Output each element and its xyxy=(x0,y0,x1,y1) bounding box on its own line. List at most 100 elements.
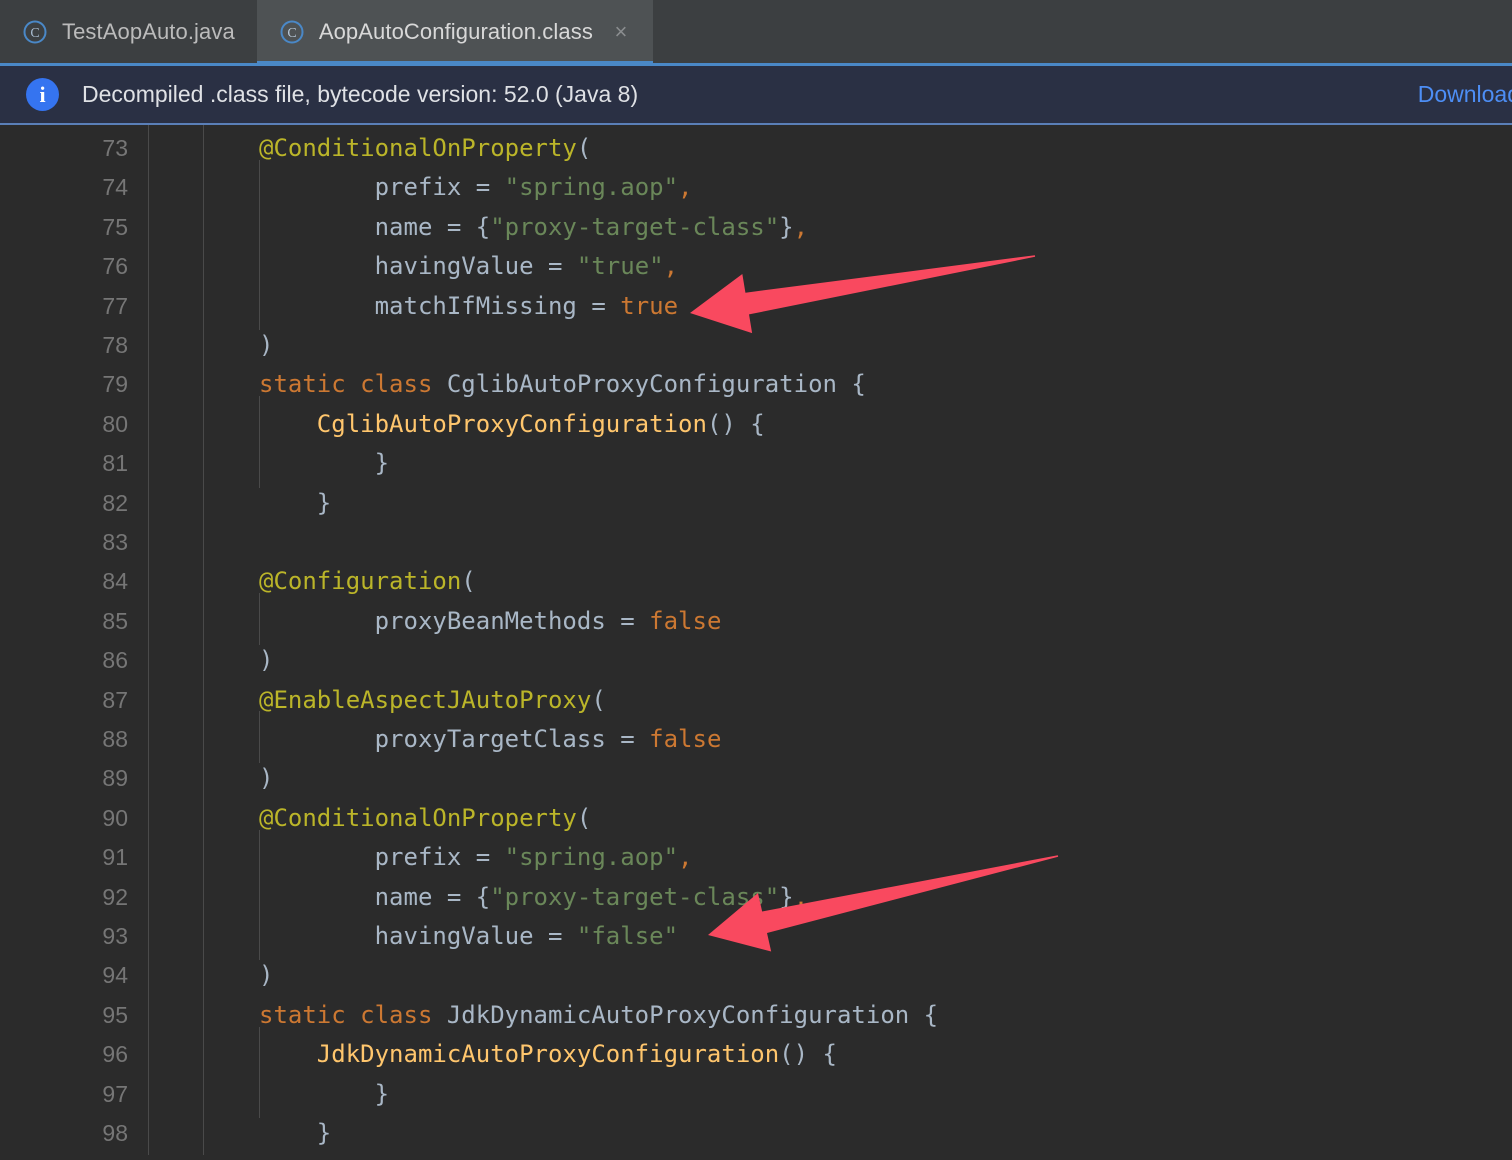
line-number: 74 xyxy=(102,174,128,201)
token-plain: = xyxy=(605,606,650,635)
code-line[interactable]: 85 proxyBeanMethods = false xyxy=(0,602,1512,641)
code-line[interactable]: 86) xyxy=(0,641,1512,680)
tab-label: AopAutoConfiguration.class xyxy=(318,18,593,44)
code-text: ) xyxy=(259,956,273,995)
code-text: static class CglibAutoProxyConfiguration… xyxy=(259,365,866,404)
code-editor[interactable]: 73 @ConditionalOnProperty(74 prefix = "sp… xyxy=(0,125,1512,1155)
code-line[interactable]: 92 name = {"proxy-target-class"}, xyxy=(0,878,1512,917)
token-punct: ) xyxy=(259,646,274,675)
svg-text:C: C xyxy=(30,26,39,41)
tab-testaopauto-java[interactable]: C TestAopAuto.java xyxy=(0,0,257,63)
editor-tab-bar: C TestAopAuto.java C AopAutoConfiguratio… xyxy=(0,0,1512,66)
code-text: prefix = "spring.aop", xyxy=(259,838,693,877)
line-number: 83 xyxy=(102,529,128,555)
token-plain: } xyxy=(374,449,390,478)
token-ctor: JdkDynamicAutoProxyConfiguration xyxy=(316,1040,780,1069)
line-number: 88 xyxy=(102,726,128,752)
token-punct: ( xyxy=(591,685,606,714)
token-punct: ) xyxy=(259,961,274,990)
token-plain: = { xyxy=(432,212,491,241)
code-text: @EnableAspectJAutoProxy( xyxy=(259,681,606,720)
token-kw: true xyxy=(620,291,679,320)
token-plain: { xyxy=(909,1000,939,1029)
code-line[interactable]: 94) xyxy=(0,956,1512,995)
token-comma: , xyxy=(678,173,693,202)
code-line[interactable]: 95 static class JdkDynamicAutoProxyConfig… xyxy=(0,996,1512,1035)
token-comma: , xyxy=(793,212,809,241)
code-line[interactable]: 79 static class CglibAutoProxyConfigurati… xyxy=(0,365,1512,404)
code-line[interactable]: 82 } xyxy=(0,484,1512,523)
line-number: 99 xyxy=(0,1153,128,1155)
token-annot: @EnableAspectJAutoProxy xyxy=(259,685,592,714)
tab-label: TestAopAuto.java xyxy=(62,18,235,44)
notification-actions: Download xyxy=(1418,81,1512,108)
token-punct: ) xyxy=(259,331,274,359)
svg-text:C: C xyxy=(287,26,296,41)
notification-message: Decompiled .class file, bytecode version… xyxy=(82,81,639,107)
code-line[interactable]: 78) xyxy=(0,326,1512,365)
code-line[interactable]: 89) xyxy=(0,759,1512,798)
code-line[interactable]: 93 havingValue = "false" xyxy=(0,917,1512,956)
token-param: havingValue xyxy=(374,922,534,950)
token-param: proxyTargetClass xyxy=(374,725,606,753)
token-plain: () { xyxy=(706,409,765,438)
code-text: JdkDynamicAutoProxyConfiguration() { xyxy=(259,1035,837,1074)
code-text: havingValue = "false" xyxy=(259,917,678,956)
line-number: 85 xyxy=(102,607,128,634)
code-line[interactable]: 80 CglibAutoProxyConfiguration() { xyxy=(0,405,1512,444)
code-line[interactable]: 81 } xyxy=(0,444,1512,483)
code-line[interactable]: 98 } xyxy=(0,1114,1512,1153)
code-line[interactable]: 74 prefix = "spring.aop", xyxy=(0,168,1512,207)
token-plain: } xyxy=(779,882,794,911)
code-line[interactable]: 87 @EnableAspectJAutoProxy( xyxy=(0,681,1512,720)
token-plain: = { xyxy=(432,882,491,911)
token-comma: , xyxy=(793,882,809,911)
token-plain: } xyxy=(259,1119,332,1147)
line-number: 95 xyxy=(102,1001,128,1028)
token-plain: () { xyxy=(779,1040,837,1069)
code-line[interactable]: 83 xyxy=(0,523,1512,562)
code-text: } xyxy=(259,484,331,523)
token-plain: } xyxy=(779,212,794,241)
code-line[interactable]: 88 proxyTargetClass = false xyxy=(0,720,1512,759)
close-icon[interactable]: × xyxy=(611,20,631,43)
code-line[interactable]: 76 havingValue = "true", xyxy=(0,247,1512,286)
indent-guide xyxy=(259,1026,260,1118)
download-link[interactable]: Download xyxy=(1418,81,1512,108)
code-line[interactable]: 96 JdkDynamicAutoProxyConfiguration() { xyxy=(0,1035,1512,1074)
line-number: 80 xyxy=(102,410,128,437)
token-annot: @ConditionalOnProperty xyxy=(259,134,577,162)
line-number: 84 xyxy=(102,568,128,595)
token-string: "false" xyxy=(576,922,679,950)
code-text: ) xyxy=(259,759,273,798)
source-code-lines[interactable]: 73 @ConditionalOnProperty(74 prefix = "sp… xyxy=(0,125,1512,1155)
code-line[interactable]: 73 @ConditionalOnProperty( xyxy=(0,129,1512,168)
code-line[interactable]: 97 } xyxy=(0,1075,1512,1114)
line-number: 75 xyxy=(102,213,128,240)
indent-guide xyxy=(259,396,260,488)
code-text: } xyxy=(259,1075,389,1114)
code-line[interactable]: 90 @ConditionalOnProperty( xyxy=(0,799,1512,838)
code-text: @ConditionalOnProperty( xyxy=(259,799,591,838)
token-param: proxyBeanMethods xyxy=(374,606,606,635)
tab-aopautoconfiguration-class[interactable]: C AopAutoConfiguration.class × xyxy=(256,0,654,66)
decompiled-class-notification: i Decompiled .class file, bytecode versi… xyxy=(0,66,1512,125)
code-text: ) xyxy=(259,326,273,365)
code-line[interactable]: 99} xyxy=(0,1153,1512,1155)
line-number: 93 xyxy=(102,923,128,949)
code-line[interactable]: 75 name = {"proxy-target-class"}, xyxy=(0,208,1512,247)
code-line[interactable]: 84 @Configuration( xyxy=(0,562,1512,601)
code-text: ) xyxy=(259,641,273,680)
token-plain: = xyxy=(576,291,621,320)
code-line[interactable]: 77 matchIfMissing = true xyxy=(0,287,1512,326)
code-line[interactable]: 91 prefix = "spring.aop", xyxy=(0,838,1512,877)
